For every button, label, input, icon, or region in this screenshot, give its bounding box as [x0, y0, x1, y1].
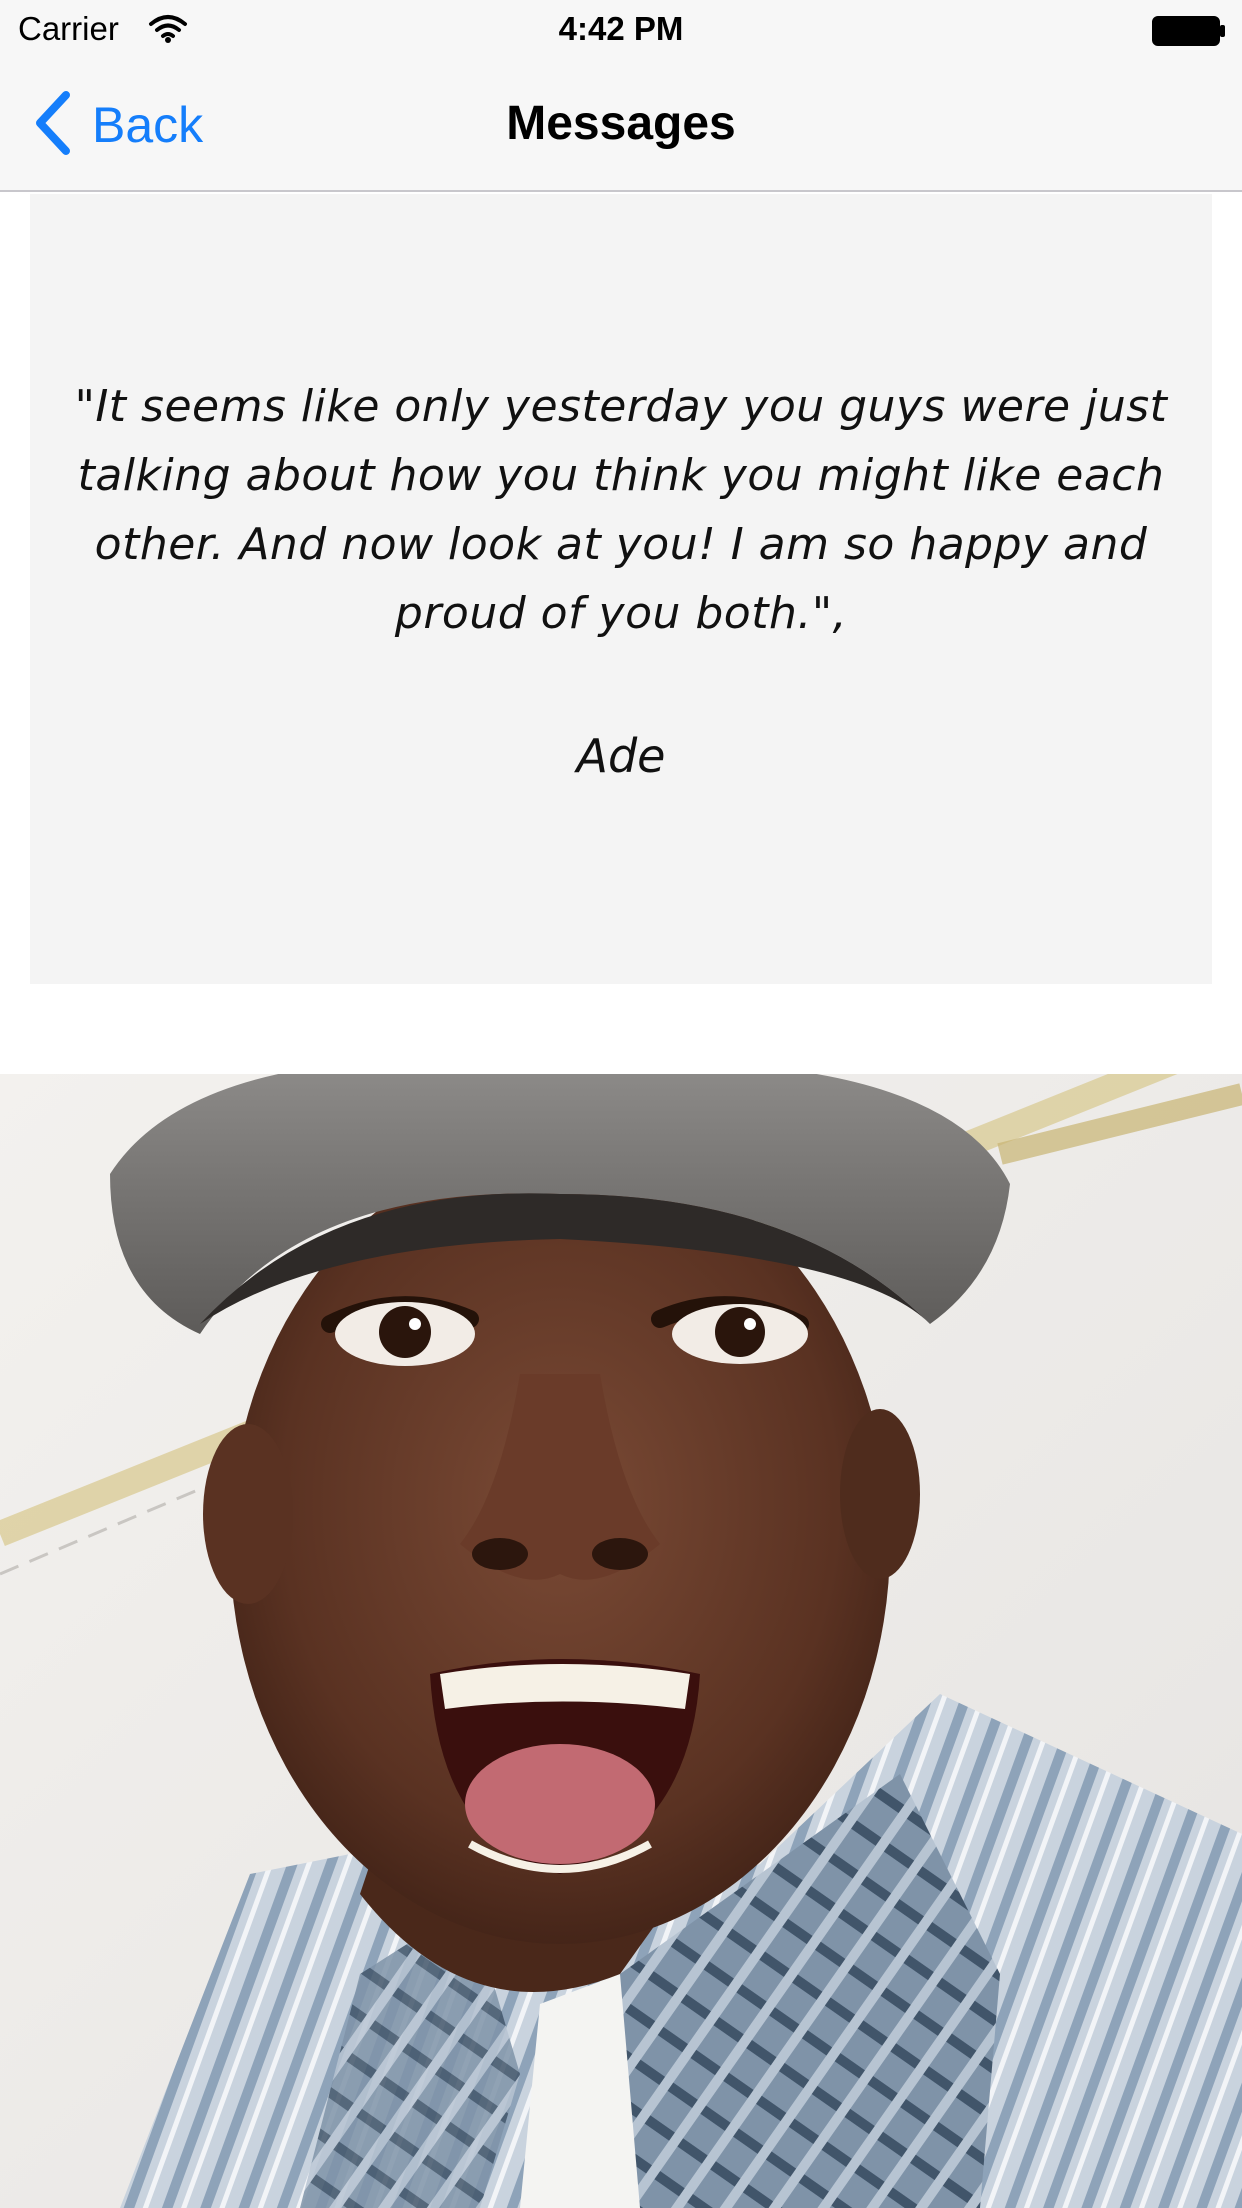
message-quote: "It seems like only yesterday you guys w… [74, 381, 1168, 639]
message-card: "It seems like only yesterday you guys w… [30, 194, 1212, 984]
message-photo [0, 1074, 1242, 2208]
status-bar: Carrier 4:42 PM [0, 0, 1242, 60]
status-time: 4:42 PM [558, 10, 684, 47]
page-title: Messages [506, 97, 736, 150]
message-author: Ade [576, 729, 666, 783]
navigation-bar: Back Messages [0, 60, 1242, 192]
battery-icon [1152, 16, 1226, 46]
